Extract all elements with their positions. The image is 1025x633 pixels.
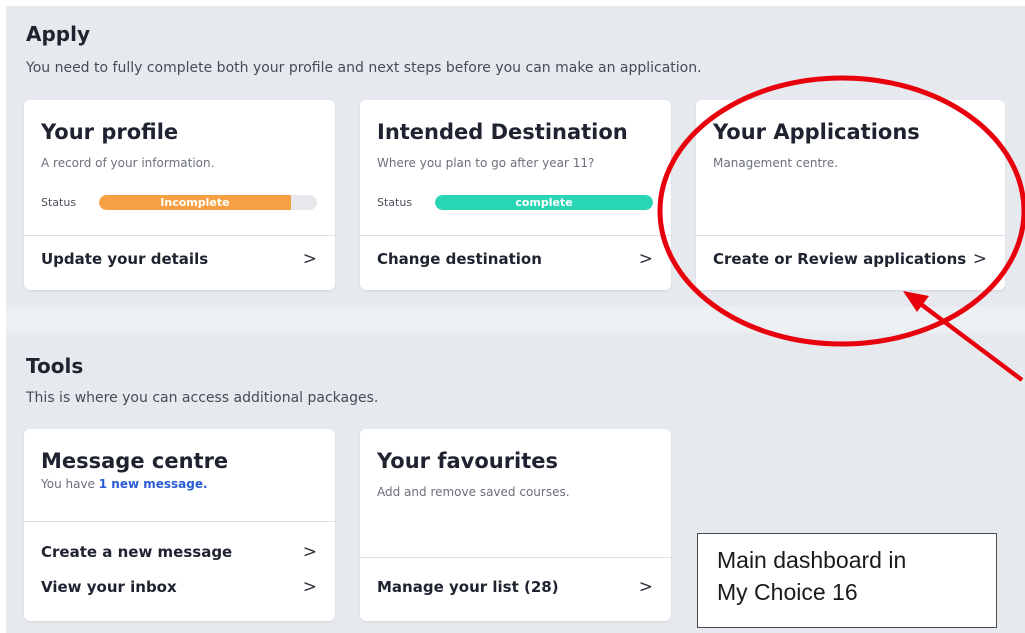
create-review-applications-label: Create or Review applications <box>713 250 967 268</box>
favourites-card-title: Your favourites <box>377 449 559 473</box>
update-details-label: Update your details <box>41 250 209 268</box>
manage-list-label: Manage your list (28) <box>377 578 559 596</box>
message-centre-title: Message centre <box>41 449 229 473</box>
chevron-right-icon: > <box>638 577 653 597</box>
chevron-right-icon: > <box>972 249 987 269</box>
profile-status-label: Status <box>41 195 77 209</box>
view-inbox-label: View your inbox <box>41 578 177 596</box>
change-destination-link[interactable]: Change destination > <box>377 248 653 270</box>
apply-heading: Apply <box>26 22 91 46</box>
divider <box>24 521 335 522</box>
annotation-caption-box: Main dashboard in My Choice 16 <box>697 533 997 628</box>
profile-status-row: Status Incomplete <box>41 194 317 210</box>
destination-card: Intended Destination Where you plan to g… <box>360 100 671 290</box>
profile-card-subtitle: A record of your information. <box>41 156 215 170</box>
destination-status-fill: complete <box>435 194 653 210</box>
destination-status-bar: complete <box>435 194 653 210</box>
chevron-right-icon: > <box>302 577 317 597</box>
divider <box>360 557 671 558</box>
new-message-prefix: You have <box>41 477 99 491</box>
annotation-line-2: My Choice 16 <box>717 579 858 605</box>
chevron-right-icon: > <box>638 249 653 269</box>
create-review-applications-link[interactable]: Create or Review applications > <box>713 248 987 270</box>
favourites-card: Your favourites Add and remove saved cou… <box>360 429 671 621</box>
applications-card-subtitle: Management centre. <box>713 156 839 170</box>
create-message-label: Create a new message <box>41 543 233 561</box>
section-separator <box>6 307 1025 333</box>
profile-status-bar: Incomplete <box>99 194 317 210</box>
destination-status-row: Status complete <box>377 194 653 210</box>
destination-status-text: complete <box>515 195 573 209</box>
destination-card-subtitle: Where you plan to go after year 11? <box>377 156 595 170</box>
apply-description: You need to fully complete both your pro… <box>26 60 702 76</box>
tools-heading: Tools <box>26 354 84 378</box>
destination-status-label: Status <box>377 195 413 209</box>
divider <box>696 235 1005 236</box>
apply-section: Apply You need to fully complete both yo… <box>6 6 1025 307</box>
message-centre-card: Message centre You have 1 new message. C… <box>24 429 335 621</box>
divider <box>360 235 671 236</box>
profile-card-title: Your profile <box>41 120 179 144</box>
destination-card-title: Intended Destination <box>377 120 628 144</box>
chevron-right-icon: > <box>302 249 317 269</box>
manage-list-link[interactable]: Manage your list (28) > <box>377 576 653 598</box>
profile-card: Your profile A record of your informatio… <box>24 100 335 290</box>
tools-description: This is where you can access additional … <box>26 390 379 406</box>
favourites-card-subtitle: Add and remove saved courses. <box>377 485 570 499</box>
chevron-right-icon: > <box>302 542 317 562</box>
profile-status-text: Incomplete <box>160 195 230 209</box>
divider <box>24 235 335 236</box>
change-destination-label: Change destination <box>377 250 542 268</box>
new-message-link[interactable]: 1 new message. <box>99 477 208 491</box>
view-inbox-link[interactable]: View your inbox > <box>41 576 317 598</box>
update-details-link[interactable]: Update your details > <box>41 248 317 270</box>
profile-status-fill: Incomplete <box>99 194 291 210</box>
applications-card-title: Your Applications <box>713 120 920 144</box>
create-message-link[interactable]: Create a new message > <box>41 541 317 563</box>
applications-card: Your Applications Management centre. Cre… <box>696 100 1005 290</box>
new-message-notice: You have 1 new message. <box>41 477 208 491</box>
annotation-line-1: Main dashboard in <box>717 547 907 573</box>
